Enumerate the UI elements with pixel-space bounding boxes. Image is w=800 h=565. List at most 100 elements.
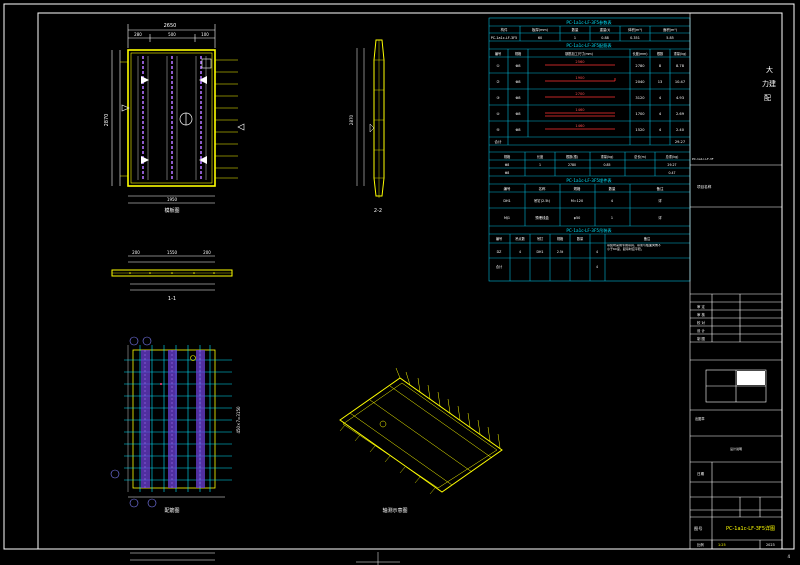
svg-text:2700: 2700 bbox=[575, 92, 585, 96]
svg-text:详: 详 bbox=[658, 198, 662, 203]
svg-text:制 图: 制 图 bbox=[697, 336, 705, 341]
svg-text:预埋线盒: 预埋线盒 bbox=[535, 215, 549, 220]
scale-label: 比例 bbox=[697, 542, 704, 547]
svg-text:0.47: 0.47 bbox=[668, 171, 675, 175]
svg-text:数量: 数量 bbox=[609, 186, 616, 191]
plan-top-dim: 2650 bbox=[164, 23, 177, 29]
svg-text:2560: 2560 bbox=[575, 60, 585, 64]
table3: 规格 长度 根数(根) 重量(kg) 总长(m) 总重(kg) Φ8 1 278… bbox=[504, 154, 679, 175]
date-label: 日期 bbox=[697, 471, 705, 476]
svg-text:构件: 构件 bbox=[501, 27, 508, 32]
svg-text:规格: 规格 bbox=[574, 186, 581, 191]
svg-text:规格: 规格 bbox=[557, 236, 564, 241]
page-number: 4 bbox=[787, 554, 790, 559]
plan-top-dim-a: 280 bbox=[134, 32, 142, 37]
svg-text:校 对: 校 对 bbox=[697, 320, 705, 325]
svg-text:吊点数: 吊点数 bbox=[515, 236, 525, 241]
svg-text:8.78: 8.78 bbox=[676, 64, 685, 68]
svg-text:钢筋加工尺寸(mm): 钢筋加工尺寸(mm) bbox=[565, 51, 593, 56]
svg-text:Φ8: Φ8 bbox=[505, 163, 510, 167]
svg-text:2040: 2040 bbox=[635, 80, 645, 84]
svg-text:③: ③ bbox=[496, 96, 499, 100]
svg-text:4: 4 bbox=[659, 96, 662, 100]
svg-text:规格: 规格 bbox=[504, 154, 511, 159]
svg-text:0.85: 0.85 bbox=[603, 163, 610, 167]
cad-drawing-canvas[interactable]: 2650 280 500 100 2870 1950 模板图 2-2 2870 … bbox=[0, 0, 800, 565]
svg-text:备注: 备注 bbox=[644, 236, 651, 241]
svg-text:设 计: 设 计 bbox=[697, 328, 705, 333]
s11-dim-c: 200 bbox=[203, 250, 211, 255]
svg-text:根数(根): 根数(根) bbox=[566, 154, 578, 159]
stamp-fill bbox=[737, 371, 765, 385]
section-1-1[interactable]: 200 1550 200 1-1 bbox=[111, 250, 233, 302]
plan-top-dim-b: 500 bbox=[168, 32, 176, 37]
svg-text:编号: 编号 bbox=[495, 51, 501, 56]
svg-text:5.85: 5.85 bbox=[666, 36, 674, 40]
svg-text:Φ8: Φ8 bbox=[515, 80, 521, 84]
svg-text:1: 1 bbox=[611, 216, 613, 220]
rebar-plan-label: 配筋图 bbox=[164, 507, 179, 514]
company-name-2: 力建 bbox=[762, 79, 776, 88]
section-2-2[interactable]: 2-2 2870 bbox=[349, 39, 385, 214]
svg-text:Φ8: Φ8 bbox=[515, 96, 521, 100]
rebar-right-dim: 450×7=3150 bbox=[236, 406, 241, 434]
iso-view-label: 轴测示意图 bbox=[382, 507, 407, 514]
plan-view[interactable]: 2650 280 500 100 2870 1950 模板图 bbox=[104, 23, 245, 214]
svg-text:4.93: 4.93 bbox=[676, 96, 684, 100]
svg-text:1520: 1520 bbox=[635, 128, 645, 132]
svg-text:4: 4 bbox=[519, 250, 521, 254]
svg-text:审 定: 审 定 bbox=[697, 304, 705, 309]
svg-text:M=120: M=120 bbox=[571, 199, 583, 203]
svg-text:合计: 合计 bbox=[494, 139, 502, 144]
svg-text:②: ② bbox=[496, 80, 499, 84]
tables-area bbox=[488, 17, 691, 282]
svg-text:①: ① bbox=[496, 64, 499, 68]
svg-text:审 核: 审 核 bbox=[697, 312, 705, 317]
svg-text:重量(kg): 重量(kg) bbox=[601, 154, 614, 159]
table4: 编号 名称 规格 数量 备注 DH1 吊钉(2.5t) M=120 4 详 MJ… bbox=[503, 186, 664, 220]
svg-text:1900: 1900 bbox=[575, 76, 585, 80]
svg-text:⑤: ⑤ bbox=[496, 128, 500, 132]
rebar-plan[interactable]: 450×7=3150 配筋图 bbox=[110, 336, 241, 514]
svg-text:Φ8: Φ8 bbox=[515, 112, 521, 116]
svg-text:8: 8 bbox=[659, 64, 662, 68]
svg-text:60: 60 bbox=[538, 36, 542, 40]
svg-text:1460: 1460 bbox=[575, 124, 585, 128]
table2-title: PC-1a1c-LF-3F5配筋表 bbox=[566, 42, 612, 49]
table5-title: PC-1a1c-LF-3F5吊装表 bbox=[566, 227, 612, 234]
isometric-view[interactable]: 轴测示意图 bbox=[339, 367, 503, 514]
svg-text:29.27: 29.27 bbox=[675, 140, 685, 144]
svg-text:吊钉(2.5t): 吊钉(2.5t) bbox=[534, 198, 551, 203]
svg-text:板厚(mm): 板厚(mm) bbox=[532, 27, 549, 32]
svg-text:4: 4 bbox=[659, 128, 662, 132]
stamp-label: 出图章 bbox=[695, 416, 705, 421]
table2-rows: ① Φ8 2560 2780 8 8.78 ② Φ8 1900 2040 13 … bbox=[494, 60, 685, 144]
sheet-label: 图号 bbox=[694, 526, 702, 532]
svg-text:编号: 编号 bbox=[496, 236, 502, 241]
svg-text:4: 4 bbox=[659, 112, 662, 116]
svg-text:2780: 2780 bbox=[568, 163, 576, 167]
svg-text:2.69: 2.69 bbox=[676, 112, 685, 116]
svg-text:DH1: DH1 bbox=[537, 250, 544, 254]
plan-top-dim-c: 100 bbox=[201, 32, 209, 37]
svg-text:2.40: 2.40 bbox=[676, 128, 685, 132]
svg-text:Φ8: Φ8 bbox=[505, 171, 510, 175]
svg-text:面积(m²): 面积(m²) bbox=[663, 27, 678, 32]
drawing-name: PC-1a1c-LF-3F5详图 bbox=[726, 525, 775, 532]
table1-title: PC-1a1c-LF-3F5参数表 bbox=[566, 19, 612, 26]
svg-text:根数: 根数 bbox=[657, 51, 664, 56]
plan-view-label: 模板图 bbox=[164, 207, 179, 214]
plan-bottom-dim: 1950 bbox=[167, 197, 178, 202]
svg-text:④: ④ bbox=[496, 112, 499, 116]
svg-text:φ50: φ50 bbox=[574, 216, 581, 220]
svg-text:数量: 数量 bbox=[572, 27, 579, 32]
title-rows: 审 定 审 核 校 对 设 计 制 图 bbox=[697, 304, 705, 341]
svg-text:备注: 备注 bbox=[657, 186, 664, 191]
svg-text:DZ: DZ bbox=[497, 250, 502, 254]
svg-text:3120: 3120 bbox=[635, 96, 645, 100]
scale-value: 1:25 bbox=[718, 543, 726, 547]
svg-text:2.5t: 2.5t bbox=[557, 250, 564, 254]
svg-text:吊钉: 吊钉 bbox=[537, 236, 544, 241]
table4-title: PC-1a1c-LF-3F5埋件表 bbox=[566, 177, 612, 184]
svg-text:4: 4 bbox=[596, 265, 598, 269]
